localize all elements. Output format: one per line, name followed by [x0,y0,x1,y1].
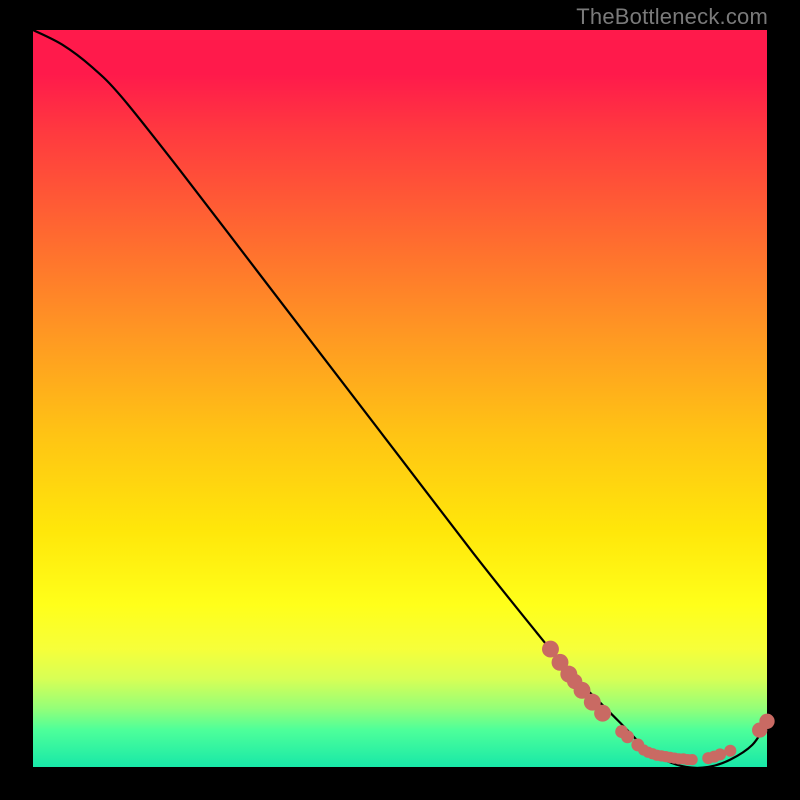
curve-marker [724,745,736,757]
chart-stage: TheBottleneck.com [0,0,800,800]
curve-svg [33,30,767,767]
curve-marker [714,748,726,760]
bottleneck-curve [33,30,767,768]
curve-marker [686,754,697,765]
marker-layer [542,641,775,766]
curve-marker [594,705,611,722]
plot-area [33,30,767,767]
curve-marker [759,714,774,729]
curve-marker [621,730,634,743]
watermark-text: TheBottleneck.com [576,4,768,30]
